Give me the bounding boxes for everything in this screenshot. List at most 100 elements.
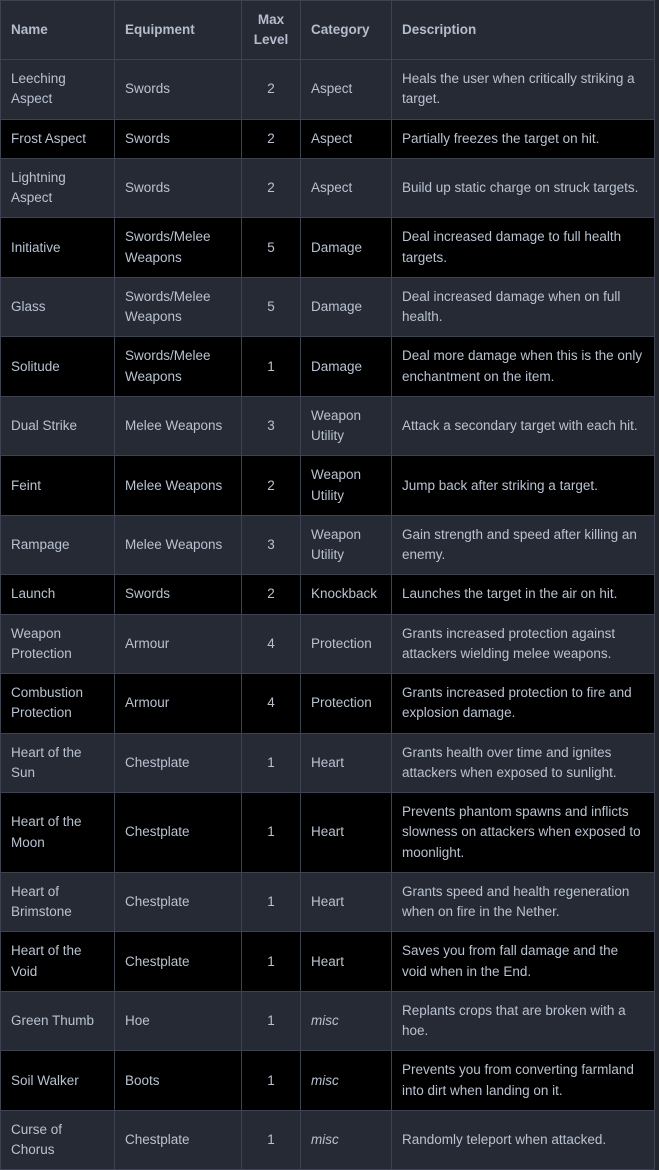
cell-description: Launches the target in the air on hit. [391, 574, 655, 615]
table-row: Frost Aspect Swords 2 Aspect Partially freez… [0, 119, 655, 159]
cell-equipment: Swords [114, 574, 242, 615]
cell-max-level: 1 [241, 872, 301, 933]
table-row: Weapon Protection Armour 4 Protection Grants… [0, 614, 655, 675]
cell-category: Aspect [300, 119, 392, 159]
table-body: Leeching Aspect Swords 2 Aspect Heals the us… [0, 59, 655, 1170]
cell-max-level: 2 [241, 455, 301, 516]
cell-max-level: 2 [241, 574, 301, 615]
table-row: Rampage Melee Weapons 3 Weapon Utility Gain … [0, 515, 655, 576]
cell-max-level: 2 [241, 158, 301, 219]
cell-max-level: 3 [241, 396, 301, 457]
cell-name: Soil Walker [0, 1050, 115, 1111]
cell-max-level: 1 [241, 991, 301, 1052]
table-row: Glass Swords/Melee Weapons 5 Damage Deal inc… [0, 277, 655, 338]
cell-category: Knockback [300, 574, 392, 615]
cell-description: Grants health over time and ignites atta… [391, 733, 655, 794]
table-row: Heart of the Moon Chestplate 1 Heart Prevent… [0, 792, 655, 873]
table-header: Name Equipment Max Level Category Descrip… [0, 0, 655, 61]
cell-max-level: 2 [241, 59, 301, 120]
cell-equipment: Hoe [114, 991, 242, 1052]
cell-description: Grants increased protection to fire and … [391, 673, 655, 734]
cell-description: Replants crops that are broken with a ho… [391, 991, 655, 1052]
table-row: Curse of Chorus Chestplate 1 misc Randomly t… [0, 1110, 655, 1170]
cell-description: Build up static charge on struck targets… [391, 158, 655, 219]
table-row: Heart of the Void Chestplate 1 Heart Saves y… [0, 931, 655, 992]
cell-equipment: Chestplate [114, 1110, 242, 1170]
cell-description: Heals the user when critically striking … [391, 59, 655, 120]
cell-description: Gain strength and speed after killing an… [391, 515, 655, 576]
cell-name: Heart of Brimstone [0, 872, 115, 933]
cell-category: misc [300, 1110, 392, 1170]
cell-category: Heart [300, 931, 392, 992]
cell-max-level: 1 [241, 733, 301, 794]
table-row: Heart of Brimstone Chestplate 1 Heart Grants… [0, 872, 655, 933]
table-row: Heart of the Sun Chestplate 1 Heart Grants h… [0, 733, 655, 794]
cell-name: Heart of the Moon [0, 792, 115, 873]
cell-category: Heart [300, 792, 392, 873]
cell-description: Attack a secondary target with each hit. [391, 396, 655, 457]
cell-category: Weapon Utility [300, 396, 392, 457]
table-row: Launch Swords 2 Knockback Launches the targe… [0, 574, 655, 615]
cell-name: Green Thumb [0, 991, 115, 1052]
cell-name: Launch [0, 574, 115, 615]
cell-category: Heart [300, 872, 392, 933]
cell-max-level: 4 [241, 673, 301, 734]
column-header-equipment[interactable]: Equipment [114, 0, 242, 61]
cell-equipment: Swords/Melee Weapons [114, 336, 242, 397]
column-header-max-level[interactable]: Max Level [241, 0, 301, 61]
cell-name: Combustion Protection [0, 673, 115, 734]
table-row: Initiative Swords/Melee Weapons 5 Damage Dea… [0, 217, 655, 278]
cell-equipment: Swords [114, 158, 242, 219]
cell-category: Protection [300, 614, 392, 675]
cell-description: Grants speed and health regeneration whe… [391, 872, 655, 933]
cell-name: Dual Strike [0, 396, 115, 457]
table-row: Dual Strike Melee Weapons 3 Weapon Utility A… [0, 396, 655, 457]
cell-name: Lightning Aspect [0, 158, 115, 219]
cell-category: Aspect [300, 158, 392, 219]
cell-description: Prevents phantom spawns and inflicts slo… [391, 792, 655, 873]
cell-equipment: Melee Weapons [114, 396, 242, 457]
cell-equipment: Swords/Melee Weapons [114, 277, 242, 338]
cell-max-level: 2 [241, 119, 301, 159]
cell-category: Heart [300, 733, 392, 794]
table-row: Lightning Aspect Swords 2 Aspect Build up st… [0, 158, 655, 219]
enchantments-table: Name Equipment Max Level Category Descrip… [0, 0, 655, 1170]
column-header-max-level-line1: Max [257, 12, 285, 27]
cell-max-level: 5 [241, 277, 301, 338]
cell-description: Partially freezes the target on hit. [391, 119, 655, 159]
cell-name: Weapon Protection [0, 614, 115, 675]
cell-description: Deal more damage when this is the only e… [391, 336, 655, 397]
cell-description: Prevents you from converting farmland in… [391, 1050, 655, 1111]
column-header-description[interactable]: Description [391, 0, 655, 61]
column-header-name[interactable]: Name [0, 0, 115, 61]
cell-name: Rampage [0, 515, 115, 576]
cell-name: Initiative [0, 217, 115, 278]
cell-equipment: Melee Weapons [114, 515, 242, 576]
cell-max-level: 1 [241, 931, 301, 992]
table-row: Green Thumb Hoe 1 misc Replants crops that a… [0, 991, 655, 1052]
cell-name: Solitude [0, 336, 115, 397]
cell-equipment: Swords [114, 59, 242, 120]
cell-category: misc [300, 991, 392, 1052]
cell-description: Saves you from fall damage and the void … [391, 931, 655, 992]
cell-name: Glass [0, 277, 115, 338]
cell-description: Deal increased damage to full health tar… [391, 217, 655, 278]
cell-category: Protection [300, 673, 392, 734]
cell-category: Weapon Utility [300, 455, 392, 516]
table-row: Combustion Protection Armour 4 Protection Gr… [0, 673, 655, 734]
cell-name: Curse of Chorus [0, 1110, 115, 1170]
cell-description: Jump back after striking a target. [391, 455, 655, 516]
cell-category: Damage [300, 277, 392, 338]
cell-category: misc [300, 1050, 392, 1111]
cell-name: Leeching Aspect [0, 59, 115, 120]
cell-equipment: Melee Weapons [114, 455, 242, 516]
cell-equipment: Armour [114, 614, 242, 675]
cell-max-level: 1 [241, 792, 301, 873]
cell-max-level: 3 [241, 515, 301, 576]
cell-equipment: Chestplate [114, 872, 242, 933]
cell-category: Damage [300, 217, 392, 278]
cell-name: Feint [0, 455, 115, 516]
cell-max-level: 1 [241, 1110, 301, 1170]
column-header-category[interactable]: Category [300, 0, 392, 61]
cell-name: Heart of the Void [0, 931, 115, 992]
